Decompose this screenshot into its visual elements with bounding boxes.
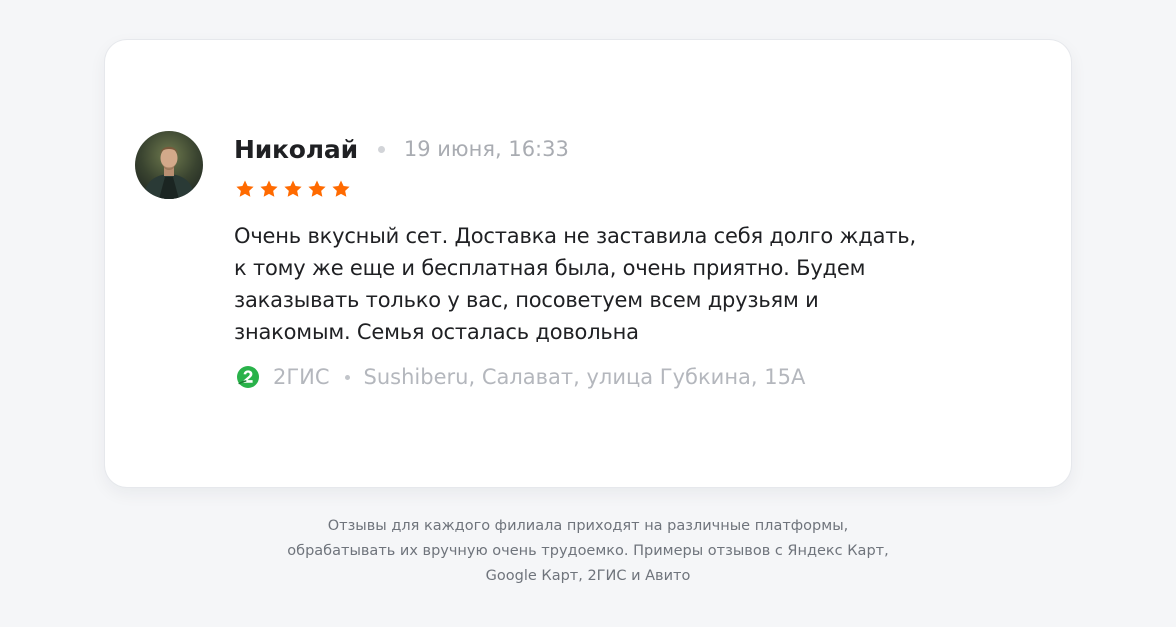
source-location[interactable]: Sushiberu, Салават, улица Губкина, 15А (364, 365, 806, 389)
separator-dot (344, 374, 350, 380)
review-source: 2ГИС Sushiberu, Салават, улица Губкина, … (236, 362, 805, 392)
source-platform[interactable]: 2ГИС (273, 365, 330, 389)
star-icon (308, 180, 326, 197)
separator-dot (377, 145, 385, 153)
review-header: Николай 19 июня, 16:33 (234, 132, 569, 166)
caption-line: Отзывы для каждого филиала приходят на р… (327, 518, 849, 534)
review-date: 19 июня, 16:33 (403, 137, 569, 161)
star-icon (332, 180, 350, 197)
2gis-logo-icon (237, 366, 259, 388)
author-name[interactable]: Николай (234, 135, 358, 164)
star-icon (260, 180, 278, 197)
star-icon (284, 180, 302, 197)
star-icon (236, 180, 254, 197)
caption-line: обрабатывать их вручную очень трудоемко.… (287, 543, 889, 559)
avatar-photo (135, 131, 203, 199)
review-text: Очень вкусный сет. Доставка не заставила… (234, 224, 916, 344)
avatar[interactable] (135, 131, 203, 199)
star-rating (235, 179, 355, 199)
caption: Отзывы для каждого филиала приходят на р… (200, 514, 976, 589)
review-card: Николай 19 июня, 16:33 Очень вкусный сет… (105, 40, 1071, 487)
caption-line: Google Карт, 2ГИС и Авито (485, 568, 691, 584)
